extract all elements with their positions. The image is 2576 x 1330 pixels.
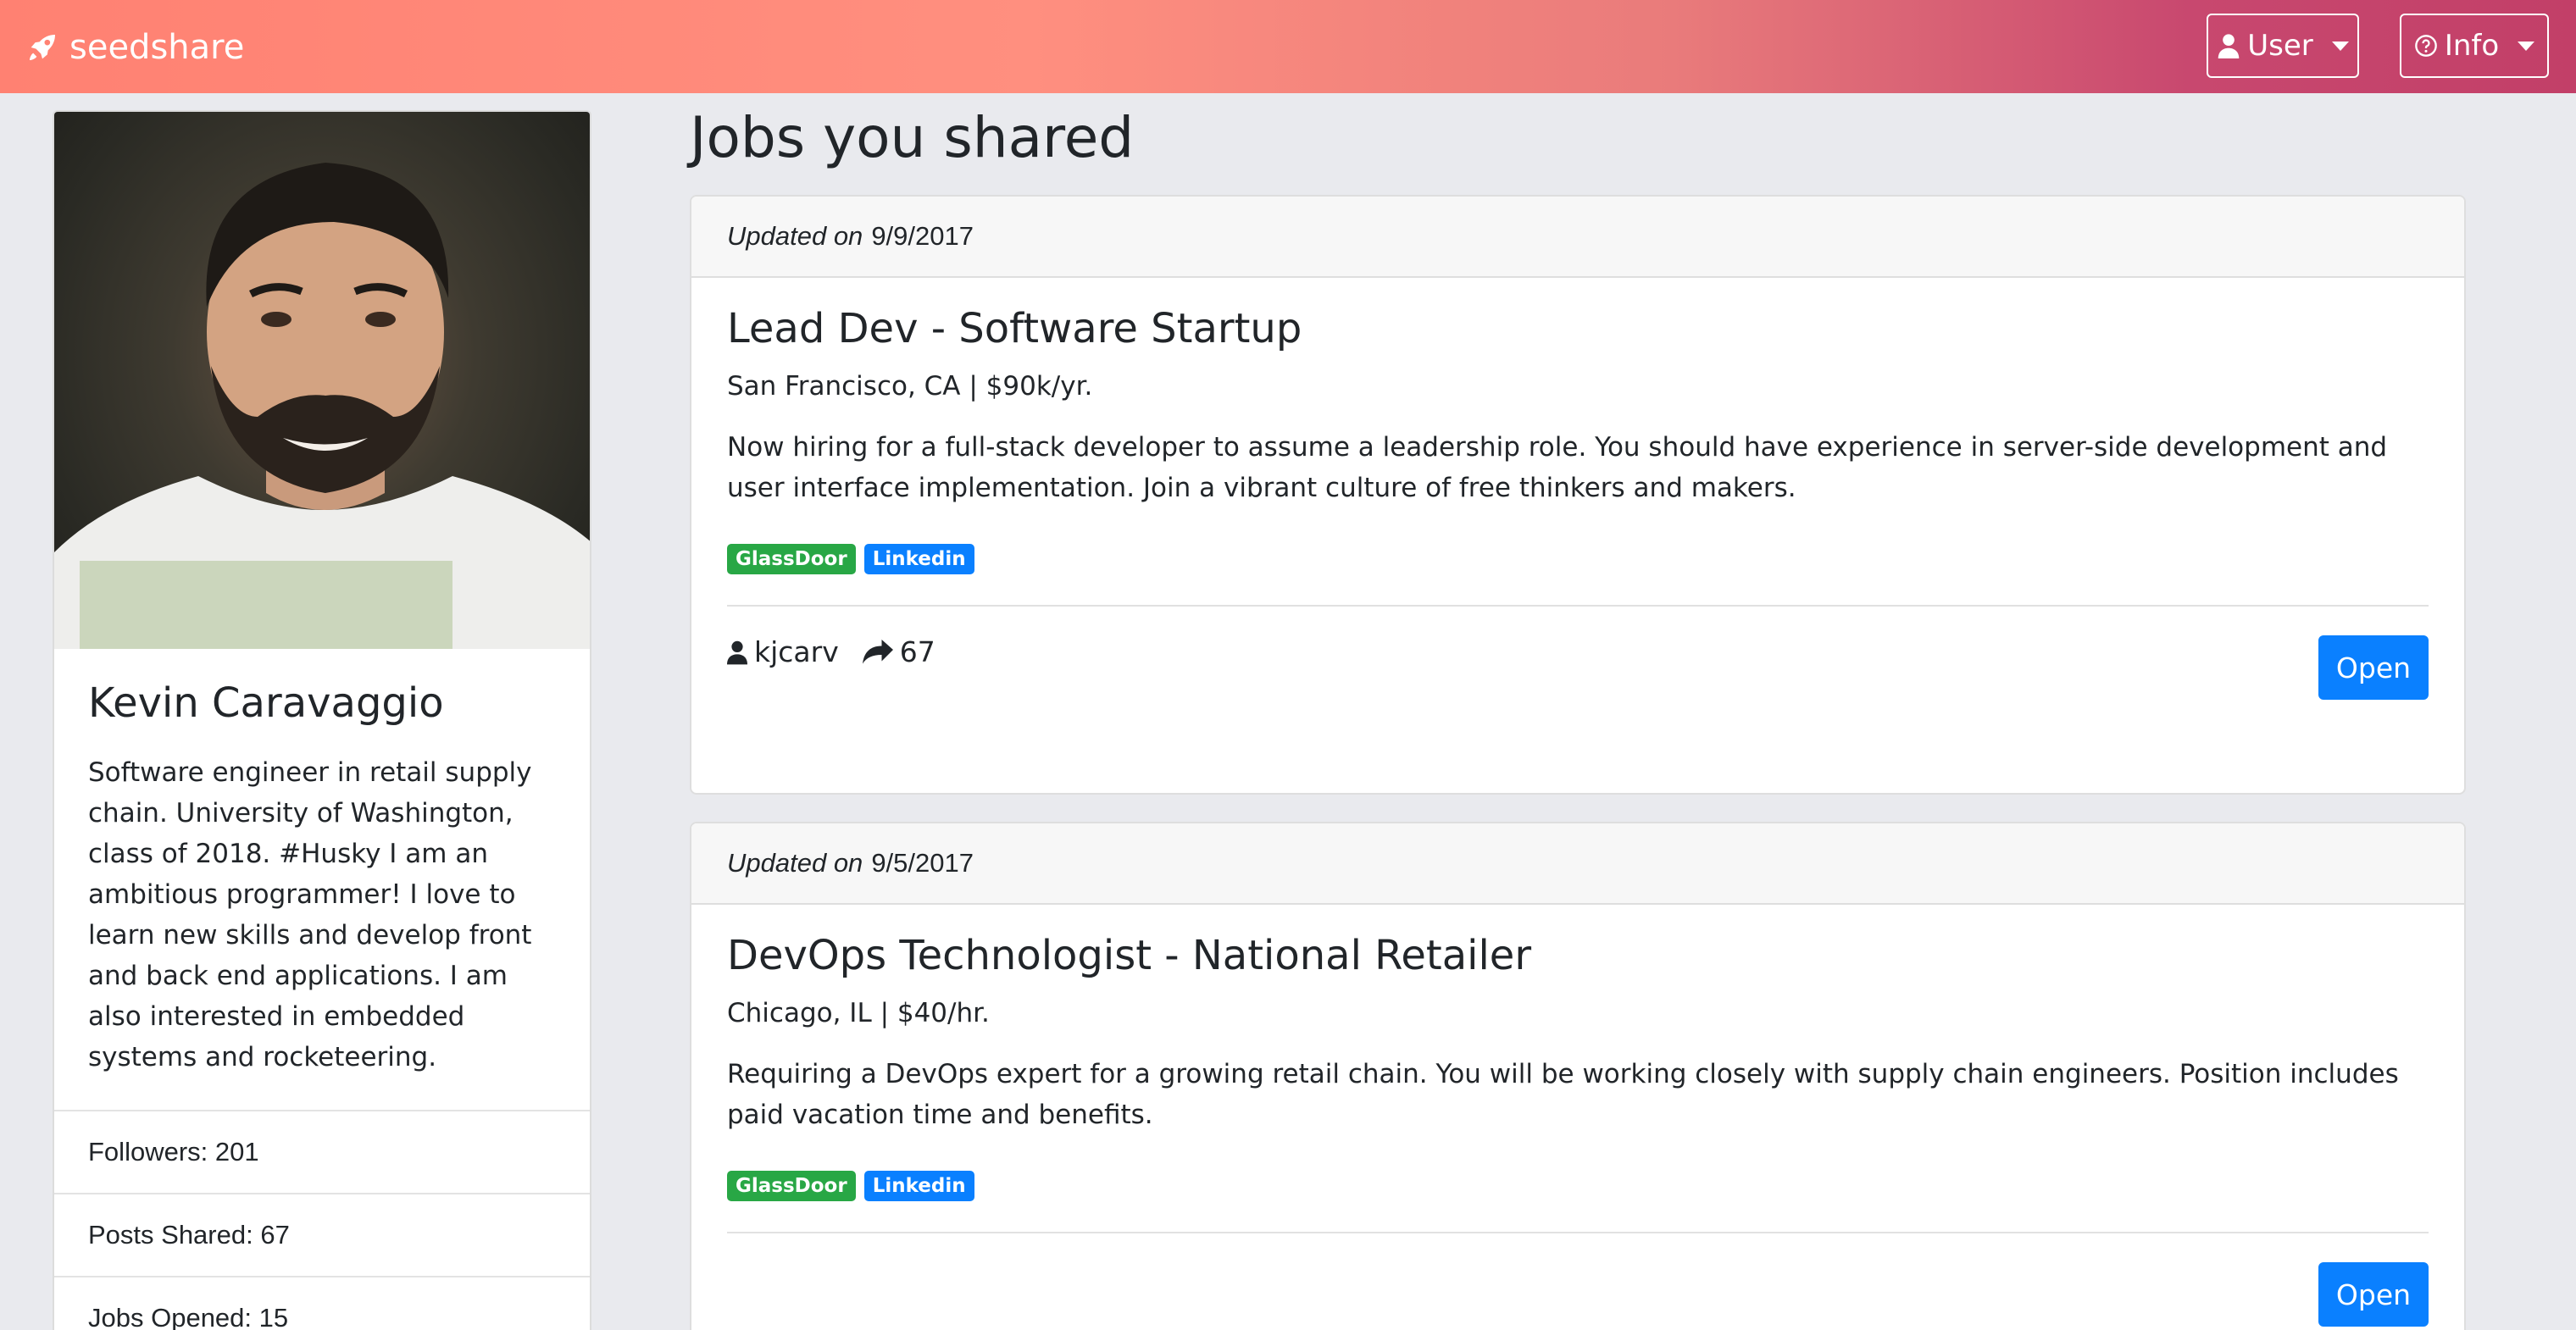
job-location-pay: Chicago, IL | $40/hr.	[727, 998, 990, 1028]
job-author[interactable]: kjcarv	[754, 635, 839, 668]
brand-name: seedshare	[69, 28, 245, 67]
user-icon	[727, 640, 747, 664]
profile-name: Kevin Caravaggio	[88, 679, 444, 727]
stat-jobs-opened: Jobs Opened: 15	[54, 1277, 590, 1330]
badge-glassdoor[interactable]: GlassDoor	[727, 1171, 856, 1201]
user-dropdown-button[interactable]: User	[2207, 14, 2359, 78]
user-dropdown-label: User	[2247, 29, 2313, 63]
job-source-badges: GlassDoor Linkedin	[727, 1171, 2429, 1201]
page-title: Jobs you shared	[690, 105, 1135, 170]
open-job-button[interactable]: Open	[2318, 635, 2429, 700]
job-title: DevOps Technologist - National Retailer	[727, 932, 1532, 979]
job-source-badges: GlassDoor Linkedin	[727, 544, 2429, 574]
chevron-down-icon	[2331, 41, 2349, 51]
question-circle-icon	[2414, 35, 2437, 57]
stat-posts-shared: Posts Shared: 67	[54, 1194, 590, 1277]
info-dropdown-label: Info	[2444, 29, 2500, 63]
badge-linkedin[interactable]: Linkedin	[863, 1171, 974, 1201]
profile-photo	[54, 112, 590, 649]
job-card-footer: Open	[727, 1233, 2429, 1330]
brand-link[interactable]: seedshare	[25, 24, 244, 71]
stat-followers: Followers: 201	[54, 1111, 590, 1194]
chevron-down-icon	[2518, 41, 2535, 51]
job-description: Requiring a DevOps expert for a growing …	[727, 1059, 2399, 1130]
share-count: 67	[899, 635, 935, 668]
job-card: Updated on 9/9/2017 Lead Dev - Software …	[690, 195, 2466, 795]
user-icon	[2218, 34, 2240, 58]
profile-info: Kevin Caravaggio Software engineer in re…	[54, 649, 590, 1111]
badge-linkedin[interactable]: Linkedin	[863, 544, 974, 574]
share-icon	[862, 639, 893, 663]
profile-avatar-illustration	[54, 163, 590, 649]
job-title: Lead Dev - Software Startup	[727, 305, 1302, 352]
updated-date: 9/9/2017	[871, 221, 974, 251]
info-dropdown-button[interactable]: Info	[2400, 14, 2549, 78]
job-card-header: Updated on 9/9/2017	[691, 197, 2464, 278]
updated-prefix: Updated on	[727, 848, 863, 878]
job-card: Updated on 9/5/2017 DevOps Technologist …	[690, 822, 2466, 1330]
rocket-icon	[30, 35, 55, 60]
job-card-header: Updated on 9/5/2017	[691, 823, 2464, 905]
top-navbar: seedshare User Info	[0, 0, 2576, 93]
job-description: Now hiring for a full-stack developer to…	[727, 432, 2388, 503]
badge-glassdoor[interactable]: GlassDoor	[727, 544, 856, 574]
updated-date: 9/5/2017	[871, 848, 974, 878]
profile-bio: Software engineer in retail supply chain…	[88, 757, 532, 1072]
job-location-pay: San Francisco, CA | $90k/yr.	[727, 371, 1093, 402]
open-job-button[interactable]: Open	[2318, 1262, 2429, 1327]
profile-card: Kevin Caravaggio Software engineer in re…	[53, 110, 591, 1330]
job-card-footer: kjcarv 67 Open	[727, 607, 2429, 723]
updated-prefix: Updated on	[727, 221, 863, 251]
